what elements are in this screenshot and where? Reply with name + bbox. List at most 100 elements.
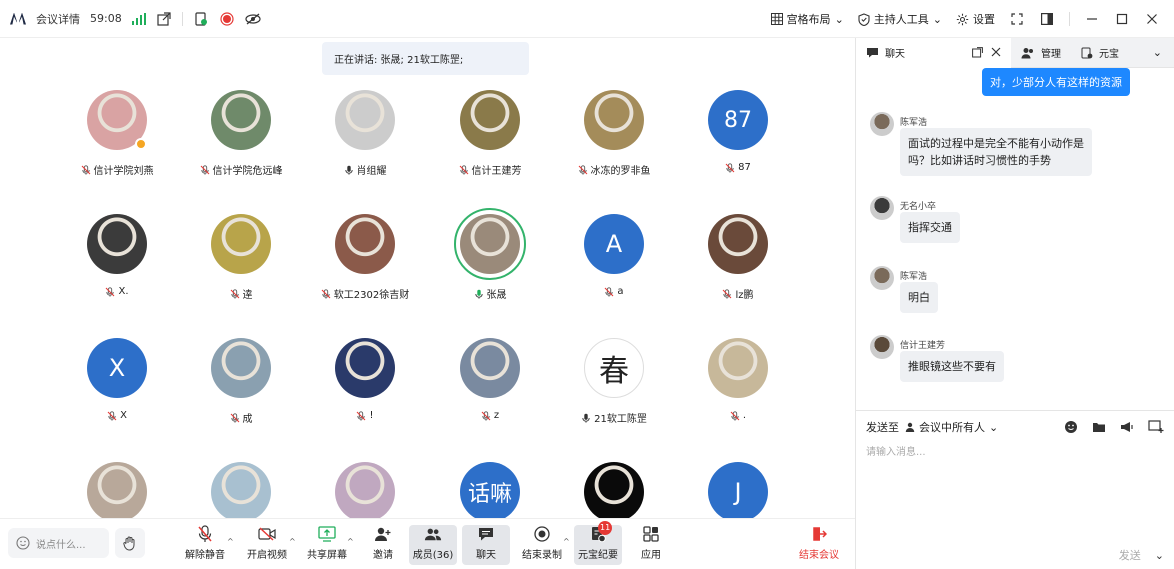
share-options-caret[interactable]: ^	[347, 537, 354, 546]
avatar: 87	[708, 90, 768, 150]
layout-menu-button[interactable]: 宫格布局 ⌄	[770, 11, 844, 27]
participant-tile[interactable]: 冰冻的罗非鱼	[552, 90, 676, 177]
participant-tile[interactable]: X.	[55, 214, 179, 297]
participant-tile[interactable]: 成	[179, 338, 303, 425]
participant-tile[interactable]: 逹	[179, 214, 303, 301]
security-doc-icon[interactable]	[193, 11, 209, 27]
participant-tile[interactable]: 信计王建芳	[428, 90, 552, 177]
minimize-icon[interactable]	[1084, 11, 1100, 27]
unmute-button[interactable]: 解除静音	[181, 525, 229, 565]
screenshot-icon[interactable]	[1148, 420, 1164, 434]
sidebar-toggle-icon[interactable]	[1039, 11, 1055, 27]
participant-tile[interactable]: 张晟	[428, 208, 552, 301]
participant-tile[interactable]: 信计学院危远峰	[179, 90, 303, 177]
avatar	[454, 208, 526, 280]
hide-eye-icon[interactable]	[245, 11, 261, 27]
participant-tile[interactable]: J	[676, 462, 800, 520]
stop-recording-button[interactable]: 结束录制	[518, 525, 566, 565]
video-options-caret[interactable]: ^	[289, 537, 296, 546]
avatar	[335, 338, 395, 398]
recording-icon[interactable]	[219, 11, 235, 27]
participant-tile[interactable]: 软工2302徐吉财	[303, 214, 427, 301]
quick-message-input[interactable]: 说点什么...	[8, 528, 109, 558]
avatar	[211, 462, 271, 520]
avatar	[870, 266, 894, 290]
meeting-info-link[interactable]: 会议详情	[36, 11, 80, 27]
hand-icon	[123, 536, 135, 551]
settings-button[interactable]: 设置	[956, 11, 995, 27]
mic-off-icon	[230, 288, 239, 299]
participant-tile[interactable]	[55, 462, 179, 520]
avatar: 春	[584, 338, 644, 398]
mic-off-icon	[200, 164, 209, 175]
maximize-icon[interactable]	[1114, 11, 1130, 27]
avatar	[708, 338, 768, 398]
participant-tile[interactable]: !	[303, 338, 427, 421]
close-icon[interactable]	[1144, 11, 1160, 27]
apps-button[interactable]: 应用	[627, 525, 675, 565]
chat-composer: 发送至 会议中所有人 ⌄ 请输入消息... 发送 ⌄	[856, 410, 1174, 569]
chat-message: 无名小卒 指挥交通	[870, 196, 960, 243]
record-options-caret[interactable]: ^	[563, 537, 570, 546]
participant-tile[interactable]: Aa	[552, 214, 676, 297]
participant-tile[interactable]: 肖组耀	[303, 90, 427, 177]
host-tools-button[interactable]: 主持人工具 ⌄	[858, 11, 942, 27]
chat-message: 信计王建芳 推眼镜这些不要有	[870, 335, 1004, 382]
chat-message: 陈军浩 面试的过程中是完全不能有小动作是 吗？比如讲话时习惯性的手势	[870, 112, 1092, 176]
message-sender: 陈军浩	[900, 117, 928, 128]
raise-hand-button[interactable]	[115, 528, 145, 558]
participant-tile[interactable]: 话嘛	[428, 462, 552, 520]
signal-icon[interactable]	[131, 12, 146, 25]
participant-name: 逹	[179, 286, 303, 301]
invite-button[interactable]: 邀请	[359, 525, 407, 565]
participant-tile[interactable]: XX	[55, 338, 179, 421]
yuanbao-minutes-button[interactable]: 元宝纪要 11	[574, 521, 622, 565]
chat-icon	[867, 47, 878, 57]
participant-tile[interactable]: .	[676, 338, 800, 421]
participant-name: 软工2302徐吉财	[303, 286, 427, 301]
participant-name: 冰冻的罗非鱼	[552, 162, 676, 177]
participant-name: 张晟	[428, 286, 552, 301]
participant-tile[interactable]: z	[428, 338, 552, 421]
message-sender: 信计王建芳	[900, 340, 946, 351]
end-meeting-button[interactable]: 结束会议	[795, 525, 843, 565]
minutes-count-badge: 11	[598, 521, 613, 535]
recipient-select[interactable]: 会议中所有人 ⌄	[905, 419, 998, 435]
emoji-icon[interactable]	[1064, 420, 1078, 434]
chevron-down-icon[interactable]: ⌄	[1155, 549, 1164, 562]
members-icon	[1021, 47, 1033, 58]
folder-icon[interactable]	[1092, 420, 1106, 434]
tab-chat[interactable]: 聊天	[856, 37, 1011, 68]
start-video-button[interactable]: 开启视频	[243, 525, 291, 565]
participant-name: 87	[676, 162, 800, 173]
participant-tile[interactable]	[303, 462, 427, 520]
chat-messages: 对，少部分人有这样的资源 陈军浩 面试的过程中是完全不能有小动作是 吗？比如讲话时习…	[856, 68, 1174, 410]
tab-yuanbao[interactable]: 元宝	[1071, 38, 1129, 68]
participant-name: a	[552, 286, 676, 297]
chevron-down-icon[interactable]: ⌄	[1153, 46, 1174, 59]
grid-layout-icon	[770, 13, 783, 25]
mic-off-icon	[106, 286, 115, 297]
avatar	[87, 214, 147, 274]
mic-off-icon	[107, 410, 117, 421]
avatar	[460, 90, 520, 150]
participant-tile[interactable]	[552, 462, 676, 520]
chat-button[interactable]: 聊天	[462, 525, 510, 565]
participant-name: !	[303, 410, 427, 421]
megaphone-icon[interactable]	[1120, 420, 1134, 434]
send-button[interactable]: 发送	[1119, 547, 1141, 563]
participant-tile[interactable]: 春 21软工陈罡	[552, 338, 676, 425]
external-window-icon[interactable]	[156, 11, 172, 27]
participant-tile[interactable]: 87 87	[676, 90, 800, 173]
chat-input[interactable]: 请输入消息...	[856, 443, 1174, 458]
members-button[interactable]: 成员(36)	[409, 525, 457, 565]
fullscreen-icon[interactable]	[1009, 11, 1025, 27]
exit-icon	[810, 525, 828, 543]
participant-tile[interactable]	[179, 462, 303, 520]
participant-tile[interactable]: 信计学院刘燕	[55, 90, 179, 177]
tab-manage[interactable]: 管理	[1011, 38, 1071, 68]
participant-tile[interactable]: lz鹏	[676, 214, 800, 301]
share-screen-button[interactable]: 共享屏幕	[303, 525, 351, 565]
message-bubble: 面试的过程中是完全不能有小动作是 吗？比如讲话时习惯性的手势	[900, 128, 1092, 176]
audio-options-caret[interactable]: ^	[227, 537, 234, 546]
